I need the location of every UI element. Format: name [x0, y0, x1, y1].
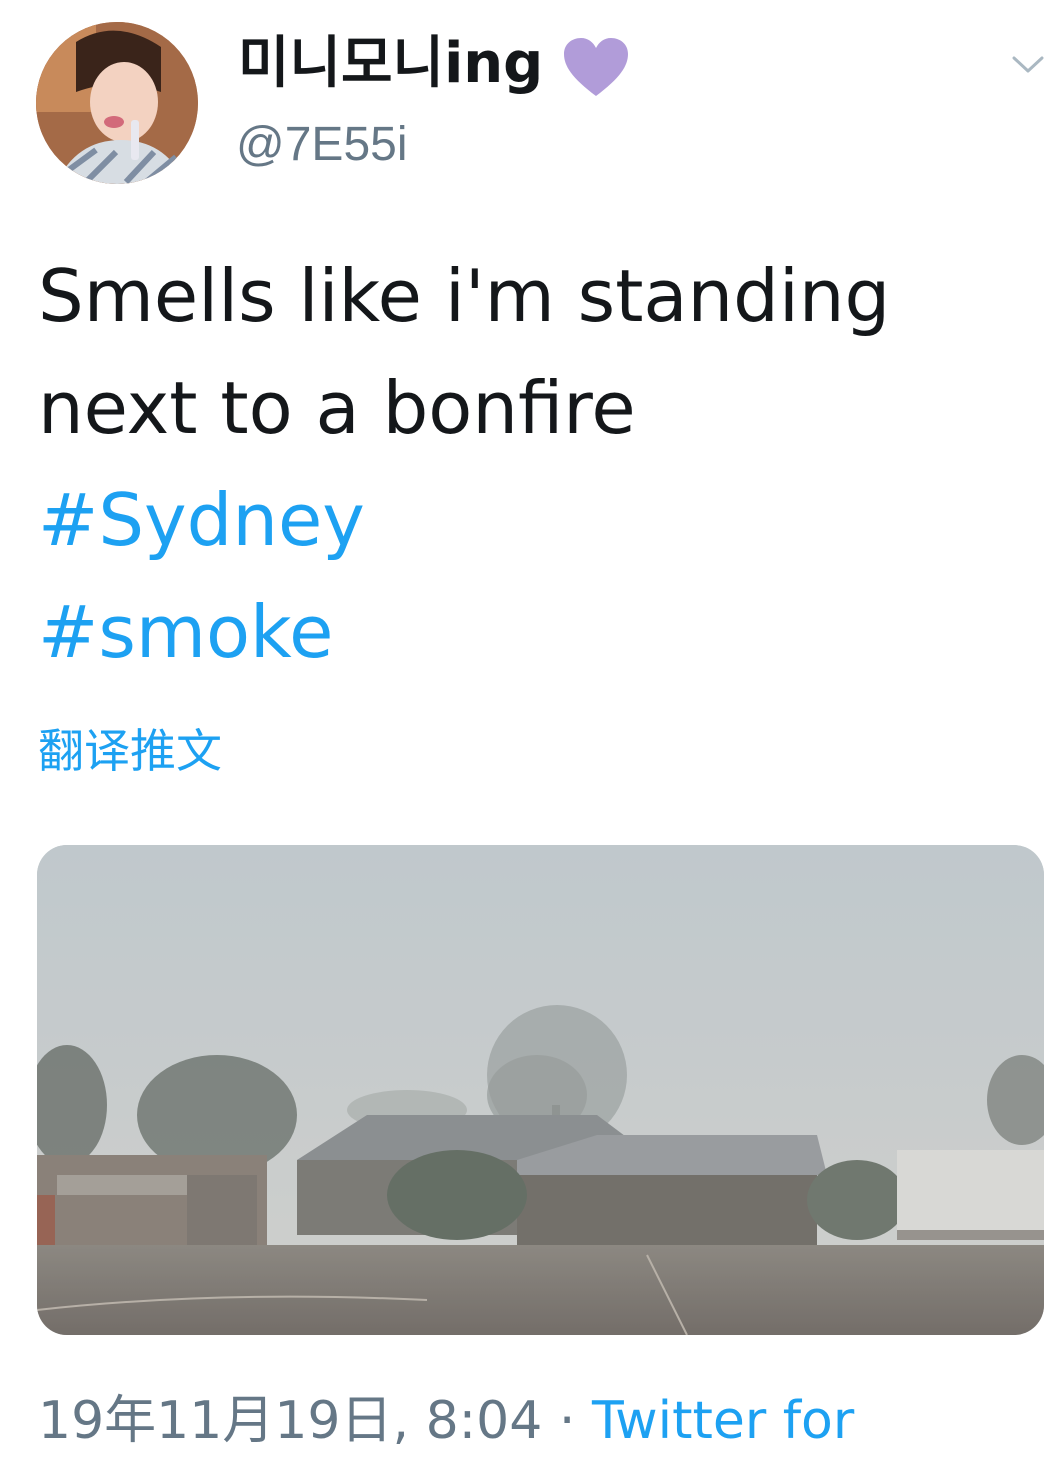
tweet-source-link[interactable]: Twitter for	[592, 1391, 854, 1451]
chevron-down-icon[interactable]	[1010, 50, 1046, 78]
author-handle[interactable]: @7E55i	[236, 112, 408, 178]
tweet-line: Smells like i'm standing	[38, 254, 891, 338]
author-avatar[interactable]	[36, 22, 198, 184]
hashtag-link[interactable]: #smoke	[38, 576, 1038, 688]
meta-separator: ·	[558, 1391, 576, 1451]
tweet-photo[interactable]	[37, 845, 1044, 1335]
tweet-meta: 19年11月19日, 8:04 · Twitter for	[38, 1385, 854, 1457]
translate-tweet-link[interactable]: 翻译推文	[38, 720, 222, 782]
author-display-name[interactable]: 미니모니ing	[238, 28, 543, 100]
purple-heart-icon	[564, 38, 628, 96]
smoky-school-photo	[37, 845, 1044, 1335]
tweet-text: Smells like i'm standing next to a bonfi…	[38, 240, 1038, 688]
avatar-photo	[36, 22, 198, 184]
tweet-timestamp[interactable]: 19年11月19日, 8:04	[38, 1391, 542, 1451]
hashtag-link[interactable]: #Sydney	[38, 464, 1038, 576]
tweet-line: next to a bonfire	[38, 366, 636, 450]
